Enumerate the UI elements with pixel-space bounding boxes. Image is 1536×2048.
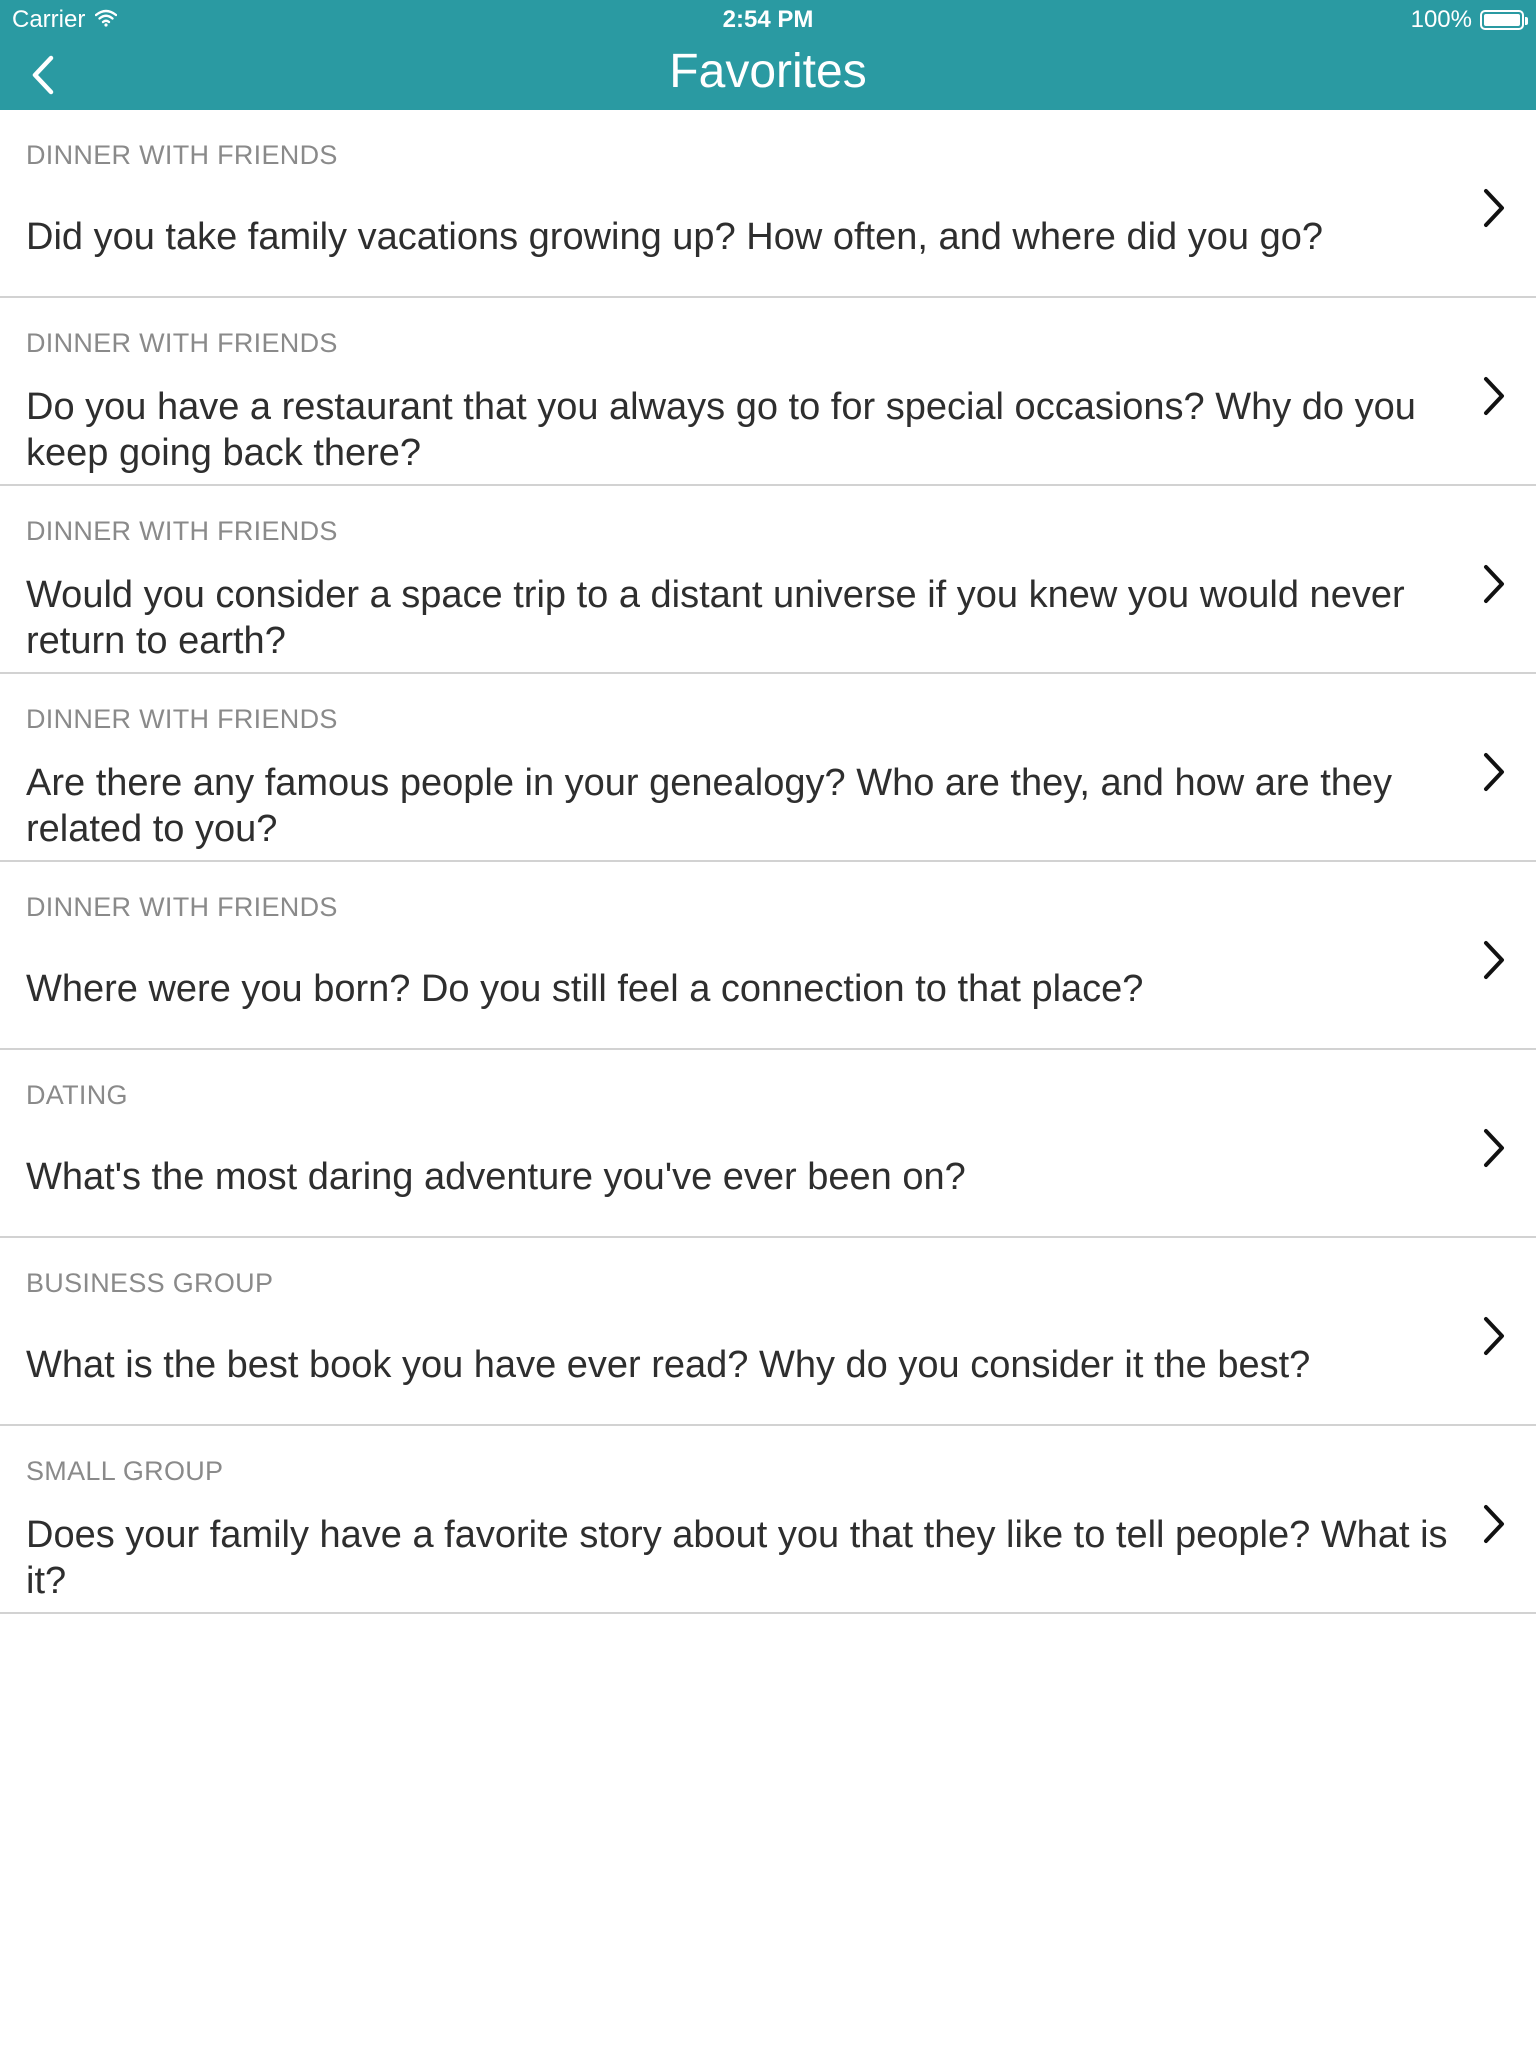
favorite-category: DINNER WITH FRIENDS xyxy=(26,328,338,358)
favorite-row[interactable]: DATING What's the most daring adventure y… xyxy=(0,1050,1536,1238)
chevron-right-icon xyxy=(1474,1496,1514,1552)
chevron-right-icon xyxy=(1474,368,1514,424)
page-title: Favorites xyxy=(669,45,867,98)
favorite-row[interactable]: SMALL GROUP Does your family have a favor… xyxy=(0,1426,1536,1614)
navigation-bar: Favorites xyxy=(0,40,1536,110)
favorite-question: Would you consider a space trip to a dis… xyxy=(26,574,1405,662)
favorite-category: DINNER WITH FRIENDS xyxy=(26,704,338,734)
favorite-question: Do you have a restaurant that you always… xyxy=(26,386,1416,474)
favorite-category: SMALL GROUP xyxy=(26,1456,224,1486)
favorite-row[interactable]: DINNER WITH FRIENDS Would you consider a … xyxy=(0,486,1536,674)
chevron-right-icon xyxy=(1474,744,1514,800)
favorite-row[interactable]: DINNER WITH FRIENDS Did you take family v… xyxy=(0,110,1536,298)
battery-icon xyxy=(1480,10,1528,30)
status-battery-group: 100% xyxy=(1410,6,1528,34)
favorite-row[interactable]: DINNER WITH FRIENDS Where were you born? … xyxy=(0,862,1536,1050)
chevron-right-icon xyxy=(1474,180,1514,236)
favorites-list: DINNER WITH FRIENDS Did you take family v… xyxy=(0,110,1536,1614)
status-time: 2:54 PM xyxy=(722,6,814,33)
chevron-right-icon xyxy=(1474,556,1514,612)
chevron-right-icon xyxy=(1474,932,1514,988)
battery-fill xyxy=(1484,14,1520,26)
favorite-category: DINNER WITH FRIENDS xyxy=(26,140,338,170)
favorite-question: Are there any famous people in your gene… xyxy=(26,762,1393,850)
favorite-question: Where were you born? Do you still feel a… xyxy=(26,968,1144,1010)
favorite-row[interactable]: DINNER WITH FRIENDS Do you have a restaur… xyxy=(0,298,1536,486)
chevron-right-icon xyxy=(1474,1308,1514,1364)
favorite-question: Does your family have a favorite story a… xyxy=(26,1514,1448,1602)
battery-percent: 100% xyxy=(1410,6,1472,33)
favorite-question: What's the most daring adventure you've … xyxy=(26,1156,966,1198)
favorite-row[interactable]: BUSINESS GROUP What is the best book you … xyxy=(0,1238,1536,1426)
favorite-category: BUSINESS GROUP xyxy=(26,1268,274,1298)
favorite-row[interactable]: DINNER WITH FRIENDS Are there any famous … xyxy=(0,674,1536,862)
favorite-question: Did you take family vacations growing up… xyxy=(26,216,1323,258)
favorite-category: DATING xyxy=(26,1080,128,1110)
status-bar: Carrier 2:54 PM 100% xyxy=(0,0,1536,40)
chevron-right-icon xyxy=(1474,1120,1514,1176)
favorite-category: DINNER WITH FRIENDS xyxy=(26,516,338,546)
favorite-category: DINNER WITH FRIENDS xyxy=(26,892,338,922)
favorite-question: What is the best book you have ever read… xyxy=(26,1344,1311,1386)
